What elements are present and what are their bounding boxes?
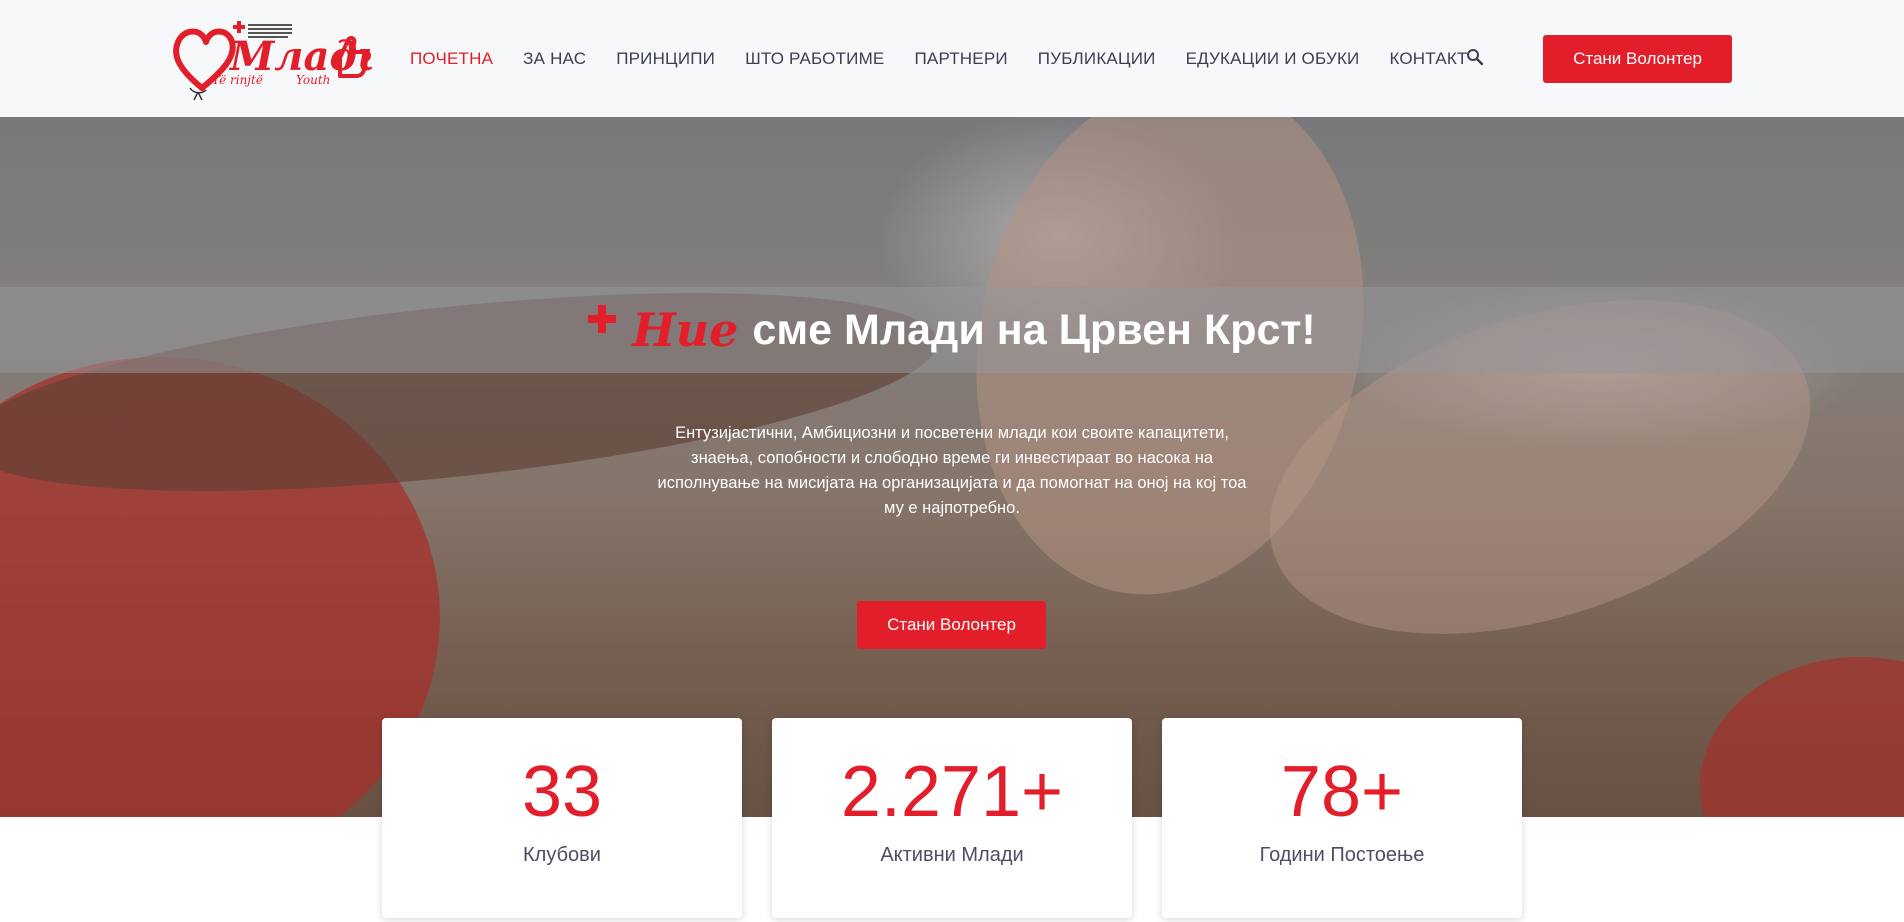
hero-title: Ние сме Млади на Црвен Крст!	[0, 287, 1904, 373]
nav-item-partners[interactable]: ПАРТНЕРИ	[914, 49, 1007, 69]
stat-card-active-youth: 2.271+ Активни Млади	[772, 718, 1132, 918]
main-nav: ПОЧЕТНА ЗА НАС ПРИНЦИПИ ШТО РАБОТИМЕ ПАР…	[410, 0, 1498, 117]
hero-section: Ние сме Млади на Црвен Крст! Ентузијасти…	[0, 117, 1904, 817]
nav-item-what-we-do[interactable]: ШТО РАБОТИМЕ	[745, 49, 884, 69]
stat-value: 2.271+	[840, 752, 1064, 832]
header-volunteer-button[interactable]: Стани Волонтер	[1543, 35, 1732, 83]
nav-item-home[interactable]: ПОЧЕТНА	[410, 49, 493, 69]
stat-value: 78+	[1280, 752, 1404, 832]
red-cross-icon	[588, 305, 617, 333]
nav-item-about[interactable]: ЗА НАС	[523, 49, 586, 69]
site-header: Млади Të rinjtë Youth ПОЧЕТНА ЗА НАС ПРИ…	[0, 0, 1904, 117]
logo-sub-text: Të rinjtë	[212, 73, 263, 87]
hero-title-text: сме Млади на Црвен Крст!	[752, 305, 1316, 354]
stat-label: Активни Млади	[880, 844, 1024, 866]
hero-title-script: Ние	[632, 303, 739, 357]
stat-card-years: 78+ Години Постоење	[1162, 718, 1522, 918]
site-logo[interactable]: Млади Të rinjtë Youth	[172, 18, 372, 102]
stat-card-clubs: 33 Клубови	[382, 718, 742, 918]
page: Млади Të rinjtë Youth ПОЧЕТНА ЗА НАС ПРИ…	[0, 0, 1904, 922]
hero-volunteer-button[interactable]: Стани Волонтер	[857, 601, 1046, 649]
search-icon[interactable]	[1466, 48, 1484, 66]
nav-item-education[interactable]: ЕДУКАЦИИ И ОБУКИ	[1186, 49, 1360, 69]
nav-item-principles[interactable]: ПРИНЦИПИ	[616, 49, 715, 69]
stat-value: 33	[521, 752, 603, 832]
nav-item-publications[interactable]: ПУБЛИКАЦИИ	[1038, 49, 1156, 69]
hero-description: Ентузијастични, Амбициозни и посветени м…	[657, 424, 1247, 517]
stat-label: Години Постоење	[1259, 844, 1425, 866]
stat-label: Клубови	[523, 844, 601, 866]
nav-item-contact[interactable]: КОНТАКТ	[1389, 49, 1467, 69]
logo-youth-text: Youth	[296, 73, 330, 87]
